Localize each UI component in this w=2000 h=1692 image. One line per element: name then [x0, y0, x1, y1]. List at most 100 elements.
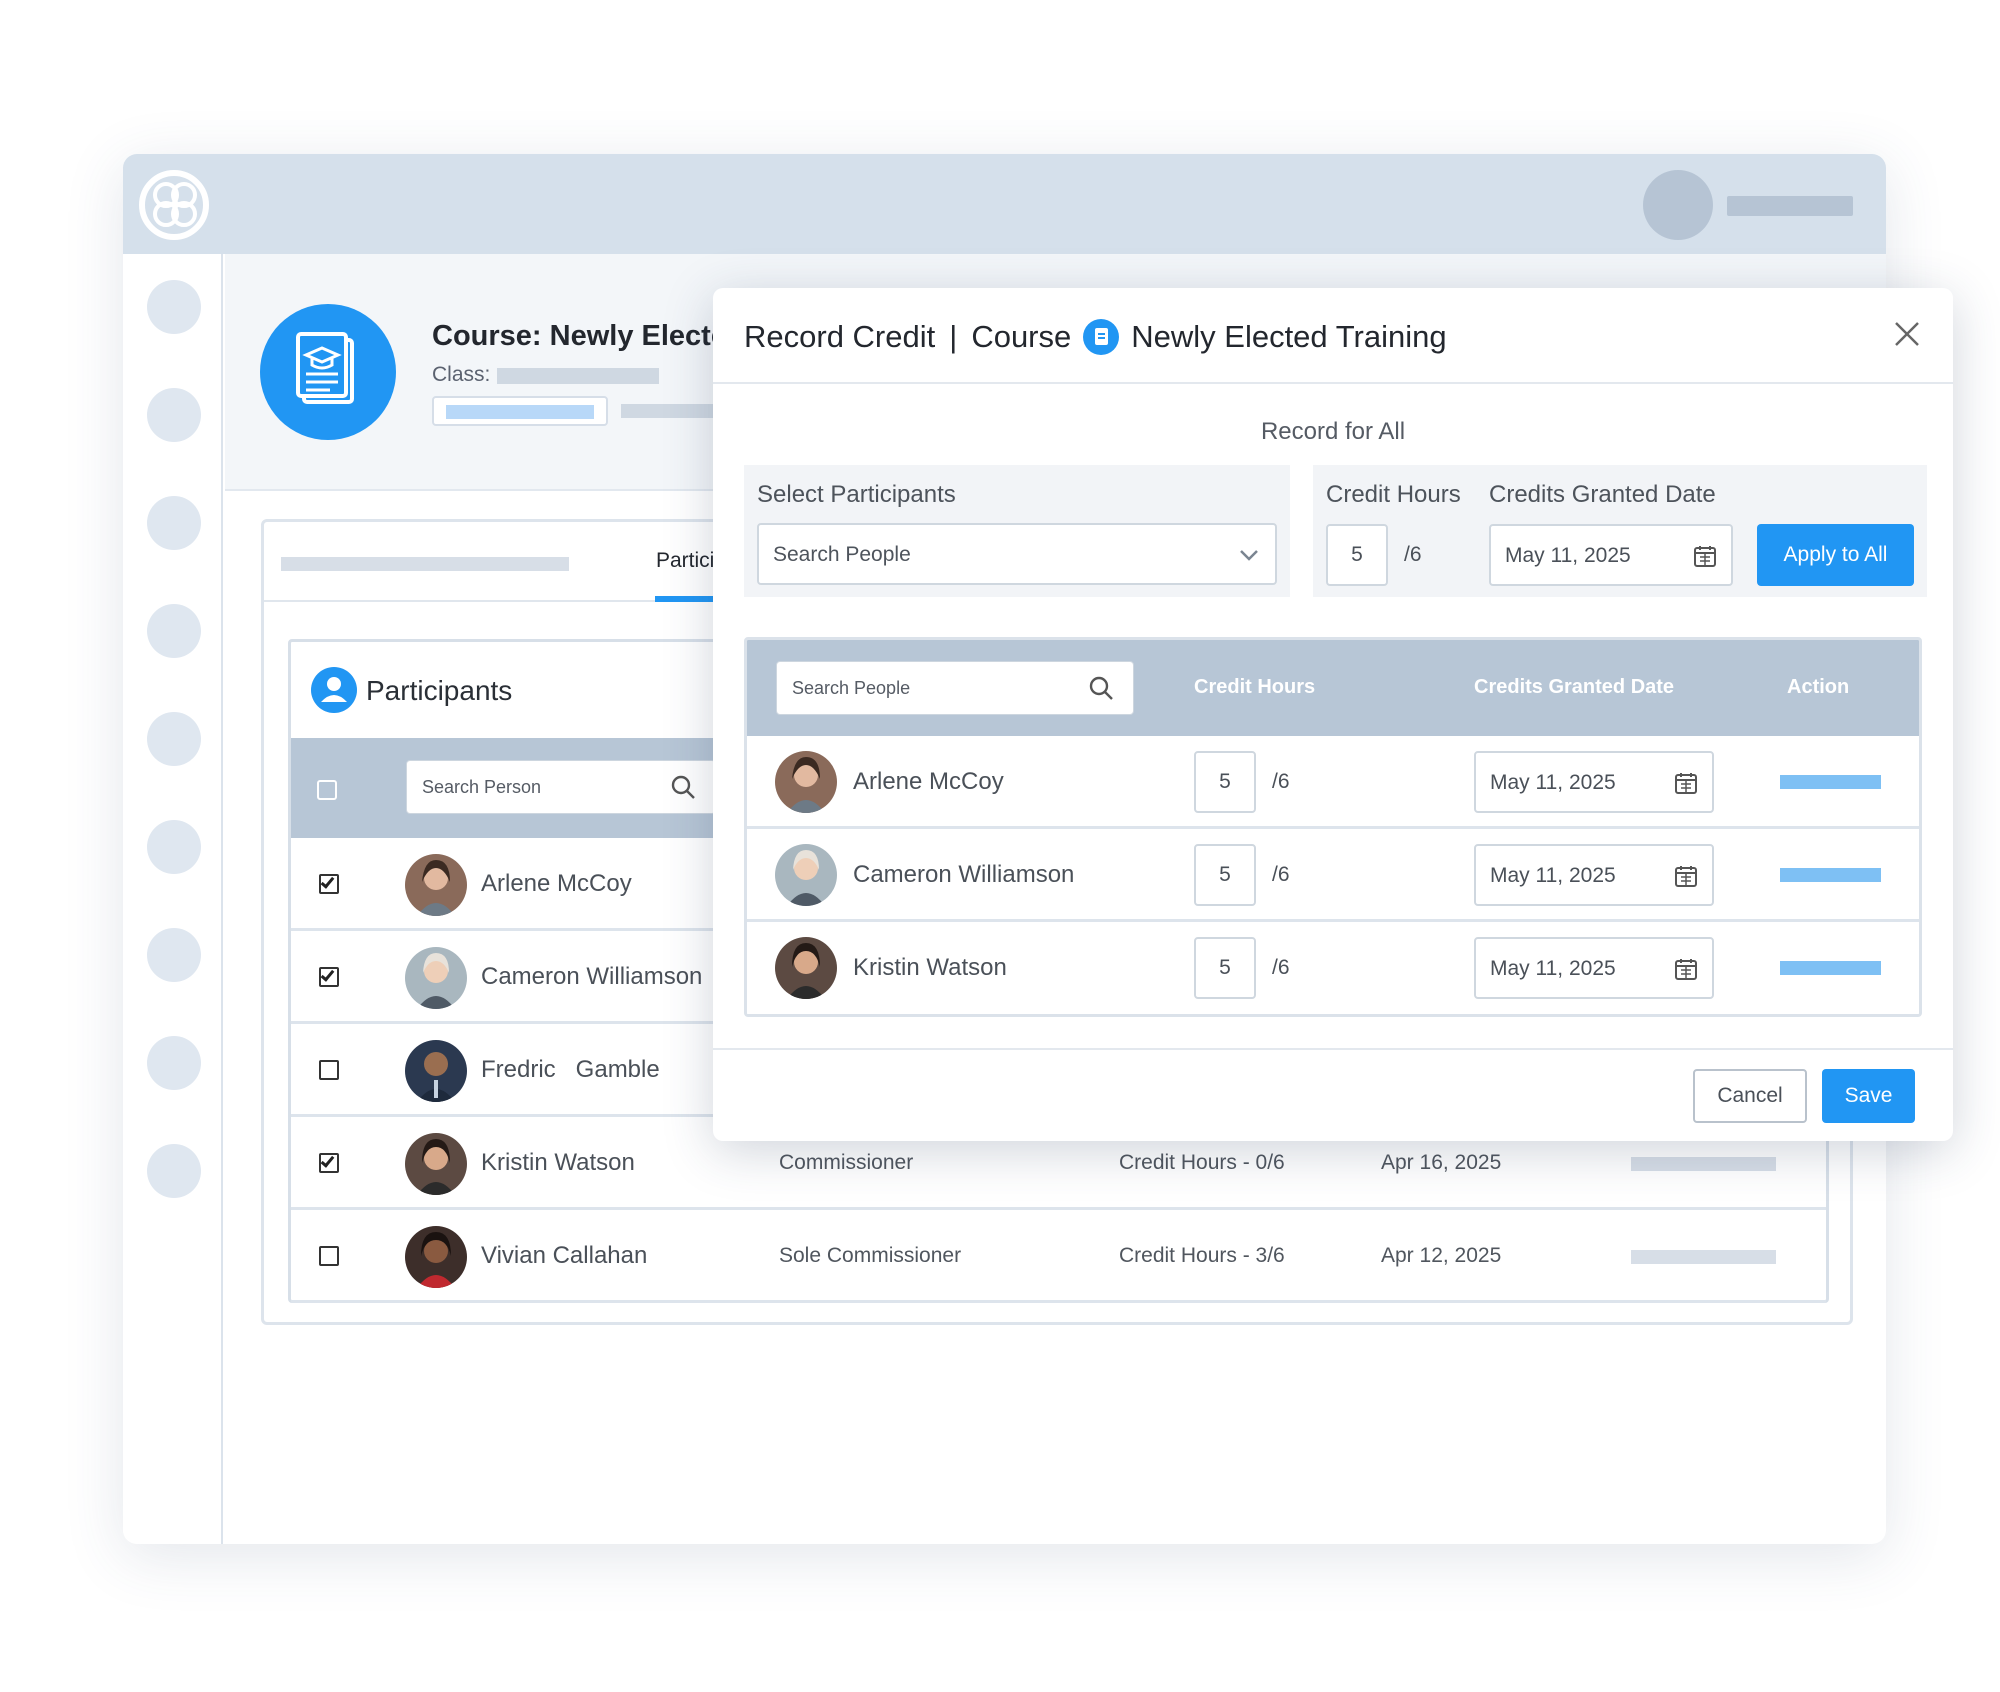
row-date-value: May 11, 2025	[1490, 957, 1616, 980]
row-action-placeholder[interactable]	[1780, 961, 1881, 975]
row-date-input[interactable]: May 11, 2025	[1474, 937, 1714, 999]
column-header-credits-date: Credits Granted Date	[1474, 676, 1675, 698]
row-checkbox[interactable]	[319, 1153, 339, 1173]
course-document-icon	[260, 304, 396, 440]
row-credit-hours-total: /6	[1272, 863, 1290, 886]
avatar	[775, 751, 837, 813]
class-value-placeholder	[497, 368, 659, 384]
row-date-value: May 11, 2025	[1490, 864, 1616, 887]
sidebar-item-4[interactable]	[147, 604, 201, 658]
tab-1[interactable]	[281, 557, 426, 571]
participants-icon	[311, 667, 357, 713]
app-logo-icon[interactable]	[139, 170, 209, 240]
modal-footer: Cancel Save	[713, 1048, 1953, 1141]
avatar	[405, 1040, 467, 1102]
sidebar-item-5[interactable]	[147, 712, 201, 766]
calendar-icon[interactable]	[1674, 771, 1698, 795]
participant-action-placeholder[interactable]	[1631, 1157, 1776, 1171]
sidebar-item-3[interactable]	[147, 496, 201, 550]
table-row[interactable]: Vivian Callahan Sole Commissioner Credit…	[291, 1210, 1826, 1303]
avatar	[405, 854, 467, 916]
calendar-icon[interactable]	[1674, 957, 1698, 981]
row-checkbox[interactable]	[319, 1246, 339, 1266]
row-participant-name: Arlene McCoy	[853, 768, 1004, 795]
column-header-credit-hours: Credit Hours	[1194, 676, 1316, 698]
participant-credit-hours: Credit Hours - 3/6	[1119, 1244, 1285, 1267]
row-credit-hours-input[interactable]: 5	[1194, 937, 1256, 999]
row-date-input[interactable]: May 11, 2025	[1474, 844, 1714, 906]
row-checkbox[interactable]	[319, 874, 339, 894]
close-icon[interactable]	[1891, 318, 1923, 350]
avatar	[405, 947, 467, 1009]
row-credit-hours-total: /6	[1272, 770, 1290, 793]
tab-2[interactable]	[424, 557, 569, 571]
column-header-action: Action	[1787, 676, 1850, 698]
participant-action-placeholder[interactable]	[1631, 1250, 1776, 1264]
sidebar-item-9[interactable]	[147, 1144, 201, 1198]
select-all-checkbox[interactable]	[317, 780, 337, 800]
sidebar-item-7[interactable]	[147, 928, 201, 982]
row-participant-name: Kristin Watson	[853, 954, 1007, 981]
participant-name: Arlene McCoy	[481, 870, 632, 897]
calendar-icon[interactable]	[1674, 864, 1698, 888]
row-checkbox[interactable]	[319, 967, 339, 987]
participant-role: Commissioner	[779, 1151, 914, 1174]
chevron-down-icon	[1240, 550, 1258, 561]
row-checkbox[interactable]	[319, 1060, 339, 1080]
row-credit-hours-input[interactable]: 5	[1194, 844, 1256, 906]
modal-title-course: Course	[971, 319, 1072, 354]
apply-to-all-button[interactable]: Apply to All	[1757, 524, 1914, 586]
record-for-all-heading: Record for All	[1260, 418, 1406, 445]
search-person-placeholder: Search Person	[422, 777, 542, 797]
participant-name: Kristin Watson	[481, 1149, 635, 1176]
record-for-all-panel: Credit Hours Credits Granted Date 5 /6 M…	[1313, 465, 1927, 597]
row-action-placeholder[interactable]	[1780, 775, 1881, 789]
participant-credit-hours: Credit Hours - 0/6	[1119, 1151, 1285, 1174]
sidebar-item-6[interactable]	[147, 820, 201, 874]
avatar	[775, 844, 837, 906]
credit-hours-input[interactable]: 5	[1326, 524, 1388, 586]
credit-table: Search People Credit Hours Credits Grant…	[744, 637, 1922, 1017]
table-search-input[interactable]: Search People	[776, 661, 1134, 715]
participant-role: Sole Commissioner	[779, 1244, 962, 1267]
avatar	[775, 937, 837, 999]
avatar	[405, 1133, 467, 1195]
credits-date-value: May 11, 2025	[1505, 544, 1631, 567]
avatar	[405, 1226, 467, 1288]
participant-name: Fredric Gamble	[481, 1056, 660, 1083]
cancel-button[interactable]: Cancel	[1693, 1069, 1807, 1123]
save-button[interactable]: Save	[1822, 1069, 1915, 1123]
modal-header: Record Credit | Course Newly Elected Tra…	[713, 288, 1953, 384]
calendar-icon[interactable]	[1693, 544, 1717, 568]
row-participant-name: Cameron Williamson	[853, 861, 1075, 888]
sidebar	[123, 254, 223, 1544]
participant-date: Apr 16, 2025	[1381, 1151, 1502, 1174]
row-action-placeholder[interactable]	[1780, 868, 1881, 882]
sidebar-item-1[interactable]	[147, 280, 201, 334]
row-credit-hours-total: /6	[1272, 956, 1290, 979]
user-avatar[interactable]	[1643, 170, 1713, 240]
user-name-placeholder	[1727, 196, 1853, 216]
course-title: Course: Newly Elected	[432, 320, 745, 352]
row-credit-hours-input[interactable]: 5	[1194, 751, 1256, 813]
sidebar-item-8[interactable]	[147, 1036, 201, 1090]
modal-title-record-credit: Record Credit	[744, 319, 936, 354]
table-row: Arlene McCoy 5 /6 May 11, 2025	[747, 736, 1919, 829]
modal-title: Record Credit | Course Newly Elected Tra…	[744, 319, 1447, 355]
record-credit-modal: Record Credit | Course Newly Elected Tra…	[713, 288, 1953, 1141]
search-people-dropdown[interactable]: Search People	[757, 523, 1277, 585]
credits-date-input[interactable]: May 11, 2025	[1489, 524, 1733, 586]
class-pill[interactable]	[432, 396, 608, 426]
search-people-placeholder: Search People	[773, 543, 911, 566]
search-person-input[interactable]: Search Person	[406, 760, 716, 814]
row-date-input[interactable]: May 11, 2025	[1474, 751, 1714, 813]
modal-course-name: Newly Elected Training	[1131, 319, 1447, 354]
tab-participants[interactable]: Partici	[656, 549, 714, 573]
credits-granted-date-label: Credits Granted Date	[1489, 481, 1716, 508]
class-label: Class:	[432, 363, 491, 386]
credit-table-header: Search People Credit Hours Credits Grant…	[747, 640, 1919, 736]
top-bar	[123, 154, 1886, 254]
sidebar-item-2[interactable]	[147, 388, 201, 442]
course-badge-icon	[1083, 319, 1120, 355]
search-icon	[1089, 676, 1113, 700]
